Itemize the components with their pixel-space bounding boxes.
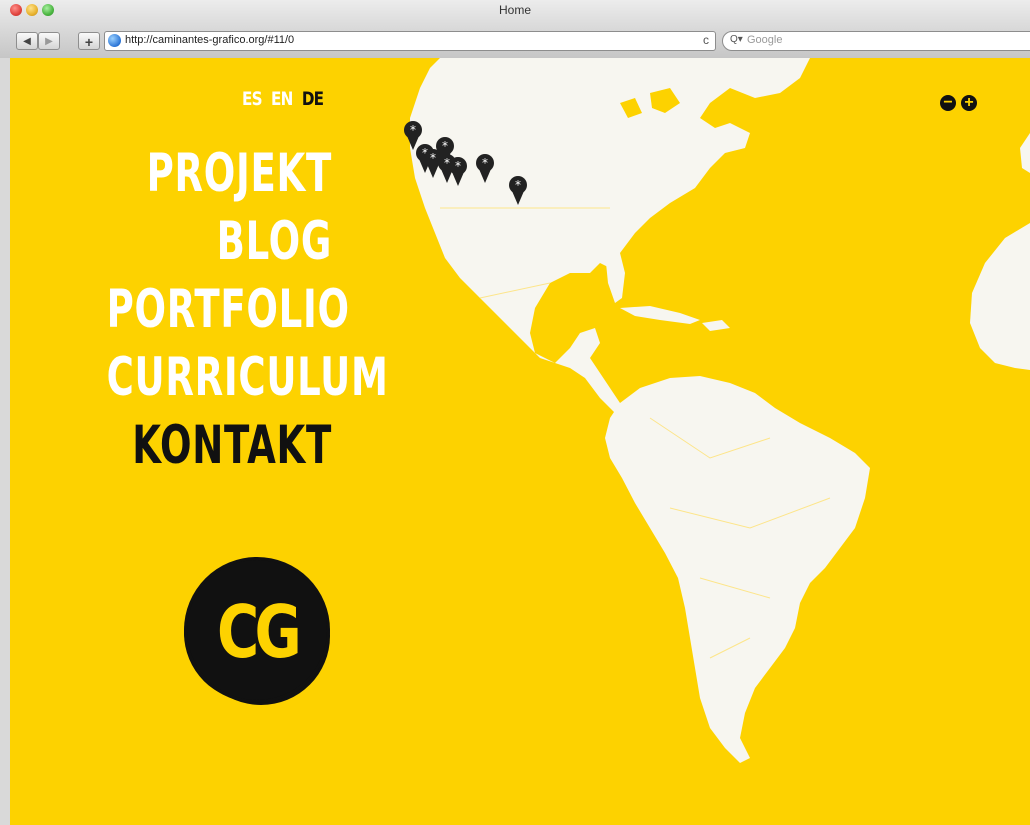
logo-text: CG bbox=[217, 590, 302, 674]
language-de[interactable]: DE bbox=[302, 88, 324, 110]
search-icon: Q▾ bbox=[730, 34, 743, 45]
svg-text:*: * bbox=[430, 151, 436, 165]
svg-text:*: * bbox=[515, 178, 521, 192]
cg-logo[interactable]: CG bbox=[187, 560, 327, 700]
north-america-land bbox=[410, 58, 810, 418]
browser-window: Home ◀ ▶ + http://caminantes-grafico.org… bbox=[0, 0, 1030, 825]
window-left-edge bbox=[0, 58, 10, 825]
globe-icon bbox=[108, 34, 121, 47]
language-es[interactable]: ES bbox=[242, 88, 263, 110]
menu-item-curriculum[interactable]: CURRICULUM bbox=[107, 344, 388, 412]
svg-text:*: * bbox=[482, 156, 488, 170]
address-url: http://caminantes-grafico.org/#11/0 bbox=[125, 34, 295, 46]
svg-text:*: * bbox=[444, 156, 450, 170]
forward-button[interactable]: ▶ bbox=[38, 32, 60, 50]
zoom-in-button[interactable]: + bbox=[961, 95, 977, 111]
zoom-out-button[interactable]: − bbox=[940, 95, 956, 111]
language-en[interactable]: EN bbox=[271, 88, 293, 110]
svg-text:*: * bbox=[410, 123, 416, 137]
menu-item-kontakt[interactable]: KONTAKT bbox=[107, 412, 332, 480]
svg-text:*: * bbox=[442, 139, 448, 153]
back-button[interactable]: ◀ bbox=[16, 32, 38, 50]
new-tab-button[interactable]: + bbox=[78, 32, 100, 50]
address-bar[interactable]: http://caminantes-grafico.org/#11/0 c bbox=[104, 31, 716, 51]
menu-item-blog[interactable]: BLOG bbox=[107, 208, 332, 276]
search-placeholder: Google bbox=[747, 34, 783, 46]
main-menu: PROJEKT BLOG PORTFOLIO CURRICULUM KONTAK… bbox=[10, 140, 388, 480]
menu-item-portfolio[interactable]: PORTFOLIO bbox=[107, 276, 349, 344]
page-content: * * * * * * * * ES EN DE PROJEKT BLOG PO… bbox=[10, 58, 1030, 825]
title-bar: Home ◀ ▶ + http://caminantes-grafico.org… bbox=[0, 0, 1030, 59]
window-title: Home bbox=[498, 3, 531, 17]
svg-text:*: * bbox=[455, 159, 461, 173]
south-america-land bbox=[605, 376, 870, 763]
reload-icon[interactable]: c bbox=[703, 33, 709, 47]
search-field[interactable]: Q▾ Google bbox=[722, 31, 1030, 51]
menu-item-projekt[interactable]: PROJEKT bbox=[107, 140, 332, 208]
africa-land bbox=[970, 223, 1030, 370]
language-switcher: ES EN DE bbox=[242, 88, 328, 110]
